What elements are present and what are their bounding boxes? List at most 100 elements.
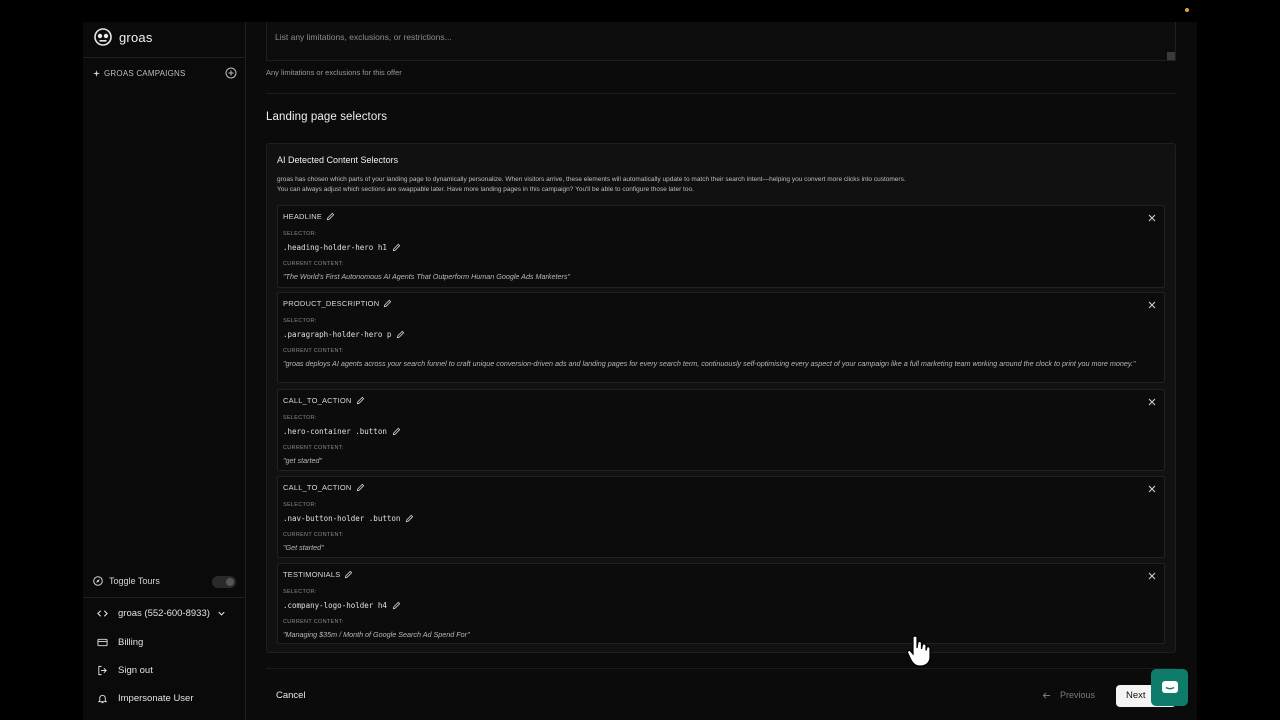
- hand-cursor-icon: [906, 635, 931, 667]
- selector-caption: SELECTOR:: [283, 318, 317, 324]
- selector-value-row: .company-logo-holder h4: [283, 601, 401, 610]
- arrow-left-icon: [1042, 691, 1051, 699]
- selector-card: TESTIMONIALS SELECTOR: .company-logo-hol…: [277, 563, 1165, 644]
- current-content: "Get started": [283, 543, 324, 552]
- campaigns-header[interactable]: GROAS CAMPAIGNS: [93, 69, 186, 78]
- panel-description: groas has chosen which parts of your lan…: [277, 175, 1157, 195]
- close-icon[interactable]: [1148, 572, 1156, 580]
- close-icon[interactable]: [1148, 301, 1156, 309]
- pencil-icon[interactable]: [326, 212, 335, 221]
- limitations-textarea[interactable]: List any limitations, exclusions, or res…: [266, 22, 1176, 61]
- billing-label: Billing: [118, 637, 144, 648]
- pencil-icon[interactable]: [356, 483, 365, 492]
- pencil-icon[interactable]: [344, 570, 353, 579]
- content-caption: CURRENT CONTENT:: [283, 445, 344, 451]
- pencil-icon[interactable]: [356, 396, 365, 405]
- sidebar-item-billing[interactable]: Billing: [97, 637, 143, 648]
- bell-icon: [97, 694, 108, 704]
- limitations-help-text: Any limitations or exclusions for this o…: [266, 68, 402, 77]
- selector-type: HEADLINE: [283, 212, 323, 221]
- selector-caption: SELECTOR:: [283, 231, 317, 237]
- toggle-tours-label: Toggle Tours: [109, 576, 160, 586]
- selector-card: CALL_TO_ACTION SELECTOR: .hero-container…: [277, 389, 1165, 471]
- selector-value: .hero-container .button: [283, 427, 387, 436]
- add-campaign-icon[interactable]: [225, 67, 237, 79]
- pencil-icon[interactable]: [392, 243, 401, 252]
- footer-divider: [266, 668, 1176, 669]
- selector-value: .heading-holder-hero h1: [283, 243, 387, 252]
- sign-out-label: Sign out: [118, 665, 153, 676]
- selector-card: HEADLINE SELECTOR: .heading-holder-hero …: [277, 205, 1165, 288]
- panel-description-line-1: groas has chosen which parts of your lan…: [277, 176, 906, 183]
- account-switcher[interactable]: groas (552-600-8933): [97, 608, 227, 619]
- status-dot: [1185, 8, 1189, 12]
- campaigns-label: GROAS CAMPAIGNS: [104, 69, 186, 78]
- toggle-tours-row: Toggle Tours: [93, 576, 160, 586]
- sidebar-item-impersonate[interactable]: Impersonate User: [97, 693, 194, 704]
- current-content: "get started": [283, 456, 323, 465]
- selector-label-row: TESTIMONIALS: [283, 570, 353, 579]
- chat-icon: [1161, 680, 1178, 693]
- selector-type: CALL_TO_ACTION: [283, 396, 352, 405]
- selector-caption: SELECTOR:: [283, 502, 317, 508]
- content-caption: CURRENT CONTENT:: [283, 619, 344, 625]
- selector-card: PRODUCT_DESCRIPTION SELECTOR: .paragraph…: [277, 292, 1165, 383]
- logout-icon: [98, 665, 107, 676]
- impersonate-label: Impersonate User: [118, 693, 194, 704]
- toggle-tours-switch[interactable]: [212, 576, 236, 588]
- code-icon: [97, 610, 108, 617]
- compass-icon: [93, 576, 103, 586]
- pencil-icon[interactable]: [392, 427, 401, 436]
- main-content: List any limitations, exclusions, or res…: [246, 22, 1197, 720]
- selector-label-row: HEADLINE: [283, 212, 335, 221]
- content-caption: CURRENT CONTENT:: [283, 348, 344, 354]
- panel-description-line-2: You can always adjust which sections are…: [277, 186, 694, 193]
- selector-value-row: .hero-container .button: [283, 427, 401, 436]
- close-icon[interactable]: [1148, 485, 1156, 493]
- chat-widget-button[interactable]: [1151, 669, 1188, 706]
- current-content: "Managing $35m / Month of Google Search …: [283, 630, 470, 639]
- sidebar-divider: [83, 57, 245, 58]
- selector-value-row: .paragraph-holder-hero p: [283, 330, 405, 339]
- close-icon[interactable]: [1148, 398, 1156, 406]
- sparkle-icon: [93, 70, 100, 77]
- selector-value: .company-logo-holder h4: [283, 601, 387, 610]
- selectors-panel: AI Detected Content Selectors groas has …: [266, 143, 1176, 653]
- section-divider: [266, 93, 1176, 94]
- limitations-placeholder: List any limitations, exclusions, or res…: [275, 32, 452, 42]
- close-icon[interactable]: [1148, 214, 1156, 222]
- selector-type: TESTIMONIALS: [283, 570, 341, 579]
- current-content: "groas deploys AI agents across your sea…: [283, 359, 1136, 368]
- selector-value: .paragraph-holder-hero p: [283, 330, 392, 339]
- credit-card-icon: [97, 638, 108, 647]
- cancel-button[interactable]: Cancel: [276, 690, 306, 701]
- section-title: Landing page selectors: [266, 111, 388, 123]
- selector-value: .nav-button-holder .button: [283, 514, 401, 523]
- chevron-down-icon: [218, 611, 225, 616]
- sidebar-divider-bottom: [83, 597, 245, 598]
- selector-label-row: PRODUCT_DESCRIPTION: [283, 299, 392, 308]
- resize-handle[interactable]: [1167, 52, 1175, 60]
- selector-value-row: .heading-holder-hero h1: [283, 243, 401, 252]
- current-content: "The World's First Autonomous AI Agents …: [283, 272, 571, 281]
- selector-type: CALL_TO_ACTION: [283, 483, 352, 492]
- pencil-icon[interactable]: [396, 330, 405, 339]
- previous-button[interactable]: Previous: [1042, 690, 1095, 700]
- content-caption: CURRENT CONTENT:: [283, 532, 344, 538]
- selector-type: PRODUCT_DESCRIPTION: [283, 299, 380, 308]
- pencil-icon[interactable]: [405, 514, 414, 523]
- sidebar: groas GROAS CAMPAIGNS Toggle Tours groas…: [83, 22, 246, 720]
- brand[interactable]: groas: [93, 28, 153, 46]
- sidebar-item-sign-out[interactable]: Sign out: [97, 665, 153, 676]
- selector-caption: SELECTOR:: [283, 415, 317, 421]
- app-window: groas GROAS CAMPAIGNS Toggle Tours groas…: [83, 22, 1197, 720]
- pencil-icon[interactable]: [392, 601, 401, 610]
- selector-card: CALL_TO_ACTION SELECTOR: .nav-button-hol…: [277, 476, 1165, 558]
- pencil-icon[interactable]: [383, 299, 392, 308]
- account-label: groas (552-600-8933): [118, 608, 210, 619]
- groas-logo-icon: [94, 28, 112, 46]
- selector-caption: SELECTOR:: [283, 589, 317, 595]
- previous-label: Previous: [1060, 690, 1096, 700]
- brand-name: groas: [119, 29, 153, 45]
- selector-value-row: .nav-button-holder .button: [283, 514, 414, 523]
